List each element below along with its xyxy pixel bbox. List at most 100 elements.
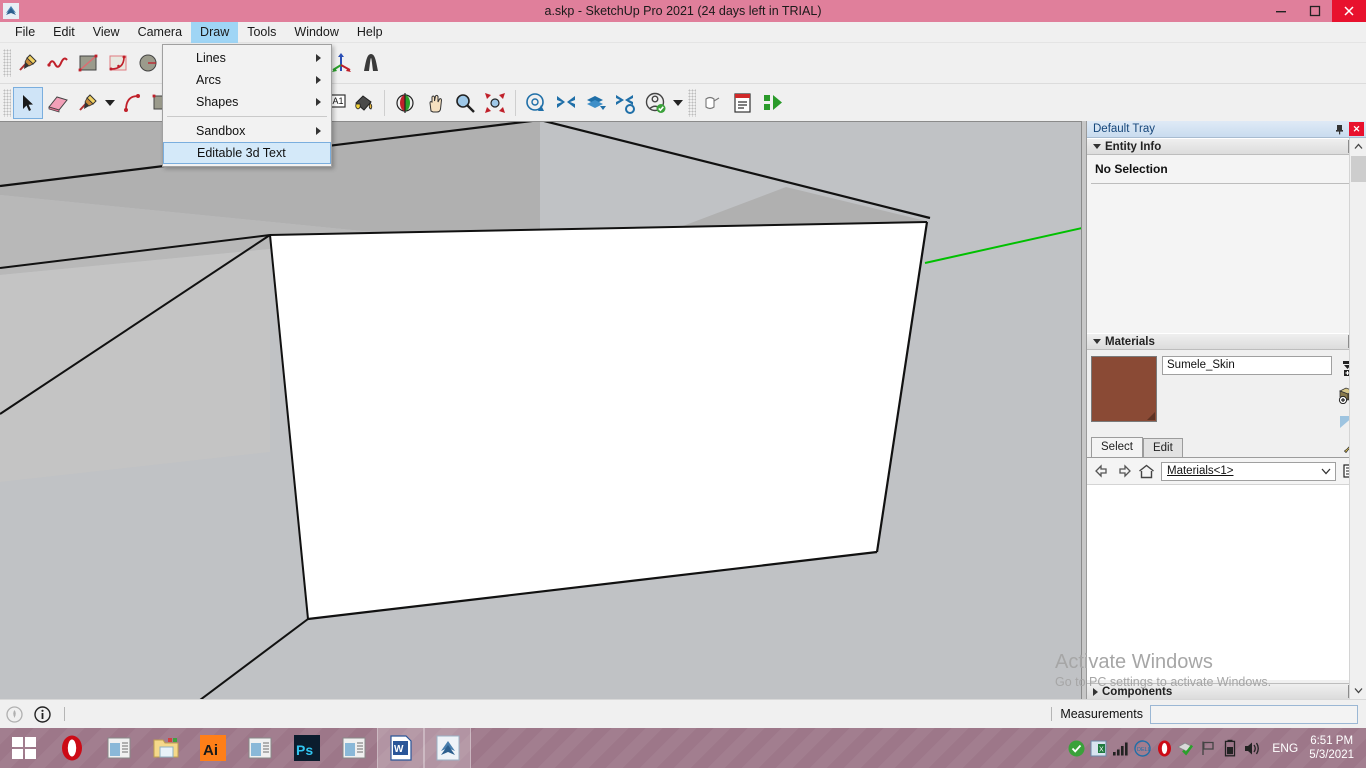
battery-icon[interactable] (1219, 728, 1241, 768)
language-indicator[interactable]: ENG (1263, 741, 1307, 755)
taskbar-item-opera[interactable] (48, 728, 95, 768)
close-button[interactable] (1332, 0, 1366, 22)
menu-file[interactable]: File (6, 22, 44, 43)
arc-tool-icon[interactable] (103, 47, 133, 79)
menu-item-label: Sandbox (196, 124, 246, 138)
check-green-icon[interactable] (1065, 728, 1087, 768)
excel-tray-icon[interactable]: X (1087, 728, 1109, 768)
entity-info-title: Entity Info (1105, 140, 1162, 153)
extension-manager-icon[interactable] (611, 87, 641, 119)
circle-tool-icon[interactable] (133, 47, 163, 79)
windows-start-icon[interactable] (0, 728, 48, 768)
freehand-tool-icon[interactable] (43, 47, 73, 79)
minimize-button[interactable] (1264, 0, 1298, 22)
menu-item-sandbox[interactable]: Sandbox (163, 120, 331, 142)
flag-icon[interactable] (1197, 728, 1219, 768)
material-swatch[interactable] (1091, 356, 1157, 422)
model-canvas[interactable] (0, 122, 1082, 699)
geo-location-icon[interactable] (0, 702, 28, 726)
components-title: Components (1102, 685, 1173, 698)
tab-select[interactable]: Select (1091, 437, 1143, 457)
components-header[interactable]: Components (1087, 683, 1366, 699)
pin-icon[interactable] (1331, 121, 1347, 137)
entity-info-header[interactable]: Entity Info ✕ (1087, 138, 1366, 155)
zoom-tool-icon[interactable] (450, 87, 480, 119)
account-dropdown-caret[interactable] (671, 87, 685, 119)
user-account-icon[interactable] (641, 87, 671, 119)
toolbar-grip-4[interactable] (688, 88, 696, 117)
tray-title-label: Default Tray (1093, 123, 1155, 135)
tab-edit[interactable]: Edit (1142, 438, 1183, 457)
rectangle-tool-icon[interactable] (73, 47, 103, 79)
menu-help[interactable]: Help (348, 22, 392, 43)
add-location-icon[interactable] (581, 87, 611, 119)
status-divider (64, 707, 65, 721)
menu-item-shapes[interactable]: Shapes (163, 91, 331, 113)
material-library-select[interactable]: Materials<1> (1161, 461, 1336, 481)
signal-bars-icon[interactable] (1109, 728, 1131, 768)
line-tool-icon[interactable] (73, 87, 103, 119)
safe-check-icon[interactable] (1175, 728, 1197, 768)
menu-window[interactable]: Window (285, 22, 347, 43)
entity-info-body: No Selection (1087, 155, 1366, 333)
dell-icon[interactable]: DELL (1131, 728, 1153, 768)
report-icon[interactable] (728, 87, 758, 119)
interact-tool-icon[interactable] (698, 87, 728, 119)
taskbar-item-illustrator[interactable]: Ai (189, 728, 236, 768)
zoom-extents-tool-icon[interactable] (480, 87, 510, 119)
taskbar-item-app-3[interactable] (330, 728, 377, 768)
paint-bucket-tool-icon[interactable] (349, 87, 379, 119)
line-tool-icon[interactable] (13, 47, 43, 79)
toolbar-grip[interactable] (3, 49, 11, 77)
toolbar-separator-4 (515, 89, 516, 116)
clock[interactable]: 6:51 PM 5/3/2021 (1307, 734, 1360, 762)
menu-view[interactable]: View (84, 22, 129, 43)
home-icon[interactable] (1135, 460, 1157, 482)
taskbar-item-file-explorer[interactable] (142, 728, 189, 768)
taskbar-item-app-2[interactable] (236, 728, 283, 768)
entity-info-status: No Selection (1095, 162, 1168, 176)
maximize-button[interactable] (1298, 0, 1332, 22)
collapse-triangle-icon[interactable] (1093, 144, 1101, 149)
menu-item-lines[interactable]: Lines (163, 47, 331, 69)
eraser-tool-icon[interactable] (43, 87, 73, 119)
info-icon[interactable] (28, 702, 56, 726)
chevron-down-icon[interactable] (1350, 682, 1366, 699)
taskbar-item-app-1[interactable] (95, 728, 142, 768)
chevron-up-icon[interactable] (1350, 138, 1366, 155)
arc-tool-icon[interactable] (117, 87, 147, 119)
measurements-divider (1051, 707, 1053, 721)
arrow-right-icon[interactable] (1113, 460, 1135, 482)
menu-camera[interactable]: Camera (129, 22, 191, 43)
menu-edit[interactable]: Edit (44, 22, 84, 43)
taskbar-item-sketchup[interactable] (424, 728, 471, 768)
line-tool-dropdown-caret[interactable] (103, 87, 117, 119)
taskbar-item-photoshop[interactable]: Ps (283, 728, 330, 768)
arrow-left-icon[interactable] (1091, 460, 1113, 482)
tray-scrollbar[interactable] (1349, 138, 1366, 699)
volume-icon[interactable] (1241, 728, 1263, 768)
orbit-tool-icon[interactable] (390, 87, 420, 119)
tray-close-button[interactable]: ✕ (1349, 122, 1364, 136)
menu-draw[interactable]: Draw (191, 21, 239, 43)
menu-item-arcs[interactable]: Arcs (163, 69, 331, 91)
export-icon[interactable] (758, 87, 788, 119)
toolbar-grip-3[interactable] (3, 88, 11, 117)
opera-tray-icon[interactable] (1153, 728, 1175, 768)
menu-item-editable-3d-text[interactable]: Editable 3d Text (163, 142, 331, 164)
measurements-input[interactable] (1150, 704, 1358, 724)
model-viewport[interactable] (0, 121, 1082, 699)
3d-text-tool-icon[interactable] (356, 47, 386, 79)
menu-tools[interactable]: Tools (238, 22, 285, 43)
3d-warehouse-icon[interactable] (521, 87, 551, 119)
collapse-triangle-icon[interactable] (1093, 339, 1101, 344)
select-tool-icon[interactable] (13, 86, 43, 119)
materials-header[interactable]: Materials ✕ (1087, 333, 1366, 350)
extension-warehouse-icon[interactable] (551, 87, 581, 119)
materials-list[interactable] (1087, 484, 1366, 680)
material-name-input[interactable]: Sumele_Skin (1162, 356, 1332, 375)
scrollbar-thumb[interactable] (1351, 156, 1366, 182)
taskbar-item-word[interactable]: W (377, 728, 424, 768)
pan-tool-icon[interactable] (420, 87, 450, 119)
chevron-down-icon[interactable] (1319, 468, 1333, 475)
